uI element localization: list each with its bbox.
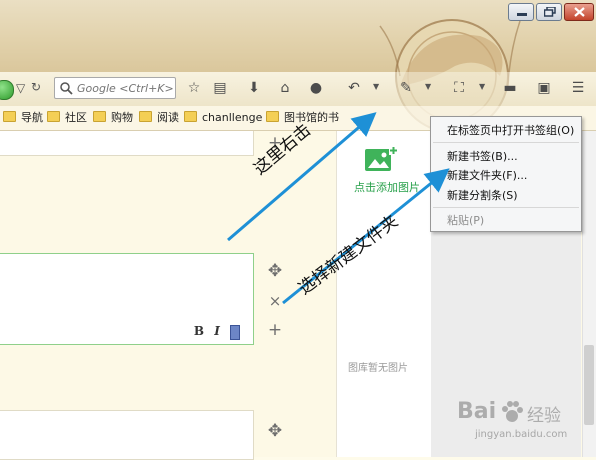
paw-logo xyxy=(502,401,523,422)
annotation-arrows xyxy=(227,112,450,305)
baidu-jingyan-watermark: Bai 经验 jingyan.baidu.com xyxy=(457,399,568,440)
